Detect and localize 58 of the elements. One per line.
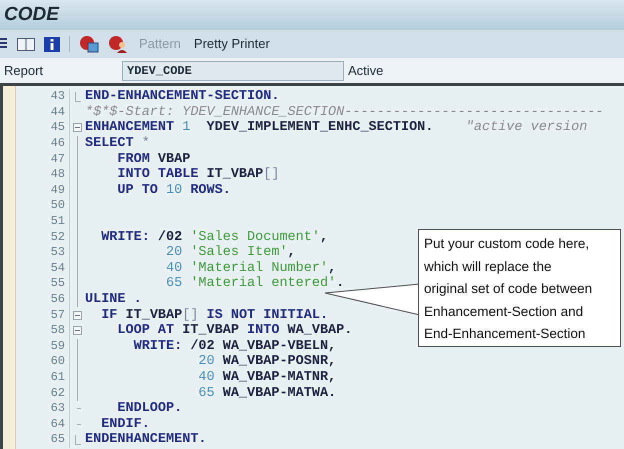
line-number: 53 (50, 245, 65, 260)
line-number: 62 (50, 386, 65, 401)
split-view-icon[interactable] (17, 38, 35, 50)
line-number: 48 (50, 167, 65, 182)
line-number: 64 (50, 416, 65, 432)
info-icon[interactable] (44, 36, 60, 52)
report-field[interactable]: YDEV_CODE (122, 60, 344, 80)
code-line: WRITE: /02 'Sales Document', (100, 230, 328, 245)
code-line: 65 WA_VBAP-MATWA. (197, 386, 336, 401)
line-number: 56 (50, 292, 65, 308)
code-line: FROM VBAP (116, 152, 190, 167)
report-label: Report (3, 62, 44, 80)
code-line: 20 'Sales Item', (165, 245, 296, 260)
toolbar-button[interactable]: Pretty Printer (192, 34, 272, 54)
line-number: 58 (50, 323, 65, 338)
code-line: ENHANCEMENT 1 YDEV_IMPLEMENT_ENHC_SECTION. "active version (85, 120, 588, 136)
line-number: 55 (50, 276, 65, 292)
line-number: 43 (50, 89, 65, 104)
code-line: IF IT_VBAP[] IS NOT INITIAL. (100, 308, 328, 323)
object-list-icon[interactable] (79, 35, 99, 53)
code-line: WRITE: /02 WA_VBAP-VBELN, (132, 338, 336, 354)
code-line: 40 WA_VBAP-MATNR, (197, 370, 336, 385)
code-line: ENDLOOP. (116, 401, 182, 416)
code-line: ENDENHANCEMENT. (85, 432, 207, 448)
line-number: 52 (50, 230, 65, 245)
line-number: 49 (50, 182, 65, 198)
line-number: 60 (50, 354, 65, 370)
code-line: LOOP AT IT_VBAP INTO WA_VBAP. (116, 323, 352, 338)
line-number: 59 (50, 338, 65, 354)
callout-text: Put your custom code here, which will replace the original set of code between Enhancement-Section and End-Enhancement-Section (424, 235, 594, 343)
code-line: INTO TABLE IT_VBAP[] (116, 167, 280, 182)
code-line: ENDIF. (100, 416, 150, 432)
line-number: 65 (50, 432, 65, 448)
line-number: 54 (50, 260, 65, 276)
code-line: *$*$-Start: YDEV_ENHANCE_SECTION-------------------------------- (85, 104, 604, 120)
code-line: 20 WA_VBAP-POSNR, (197, 354, 336, 370)
collapse-icon[interactable] (73, 310, 82, 320)
line-number: 44 (50, 104, 65, 120)
line-number: 47 (50, 152, 65, 167)
line-number: 61 (50, 370, 65, 385)
list-icon[interactable] (0, 37, 8, 51)
status-text: Active (347, 62, 384, 80)
window-title: CODE (4, 2, 59, 27)
line-number: 45 (50, 120, 65, 136)
code-line: END-ENHANCEMENT-SECTION. (85, 89, 280, 104)
code-line: ULINE . (85, 292, 142, 308)
line-number: 63 (50, 401, 65, 416)
line-number: 50 (50, 198, 65, 214)
line-number: 46 (50, 136, 65, 152)
collapse-icon[interactable] (73, 326, 82, 336)
line-number: 51 (50, 214, 65, 230)
code-line: UP TO 10 ROWS. (116, 182, 231, 198)
user-object-icon[interactable] (108, 35, 128, 53)
collapse-icon[interactable] (73, 123, 82, 132)
line-number: 57 (50, 308, 65, 323)
code-line: 65 'Material entered'. (165, 276, 344, 292)
code-line: SELECT * (85, 136, 150, 152)
code-line: 40 'Material Number', (165, 260, 336, 276)
